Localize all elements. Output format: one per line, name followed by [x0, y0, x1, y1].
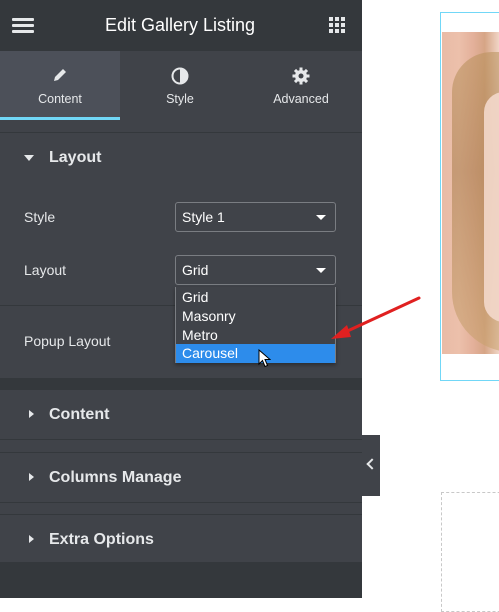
section-content-header[interactable]: Content [0, 389, 362, 440]
panel-title: Edit Gallery Listing [104, 15, 256, 35]
tab-style[interactable]: Style [120, 51, 240, 118]
style-select[interactable]: Style 1 [175, 202, 336, 232]
mouse-pointer-icon [258, 349, 271, 368]
active-tab-indicator [0, 117, 120, 120]
layout-label: Layout [24, 262, 67, 278]
section-title: Content [49, 406, 110, 423]
section-layout-header[interactable]: Layout [0, 132, 362, 183]
tab-advanced[interactable]: Advanced [240, 51, 362, 118]
dropdown-option-metro[interactable]: Metro [176, 326, 335, 345]
panel-tabs: Content Style Advanced [0, 51, 362, 118]
layout-select[interactable]: Grid [175, 255, 336, 285]
dropdown-option-carousel[interactable]: Carousel [176, 344, 335, 363]
tab-label: Advanced [273, 92, 329, 106]
chevron-left-icon [366, 458, 378, 470]
caret-right-icon [29, 410, 34, 418]
dropdown-option-grid[interactable]: Grid [176, 288, 335, 307]
popup-layout-label: Popup Layout [24, 333, 111, 349]
section-title: Layout [49, 149, 102, 166]
section-title: Columns Manage [49, 469, 182, 486]
annotation-arrow-icon [331, 296, 421, 339]
section-title: Extra Options [49, 531, 154, 548]
hamburger-menu-icon[interactable] [12, 16, 36, 35]
dropdown-option-masonry[interactable]: Masonry [176, 307, 335, 326]
style-label: Style [24, 209, 56, 225]
editor-panel: Edit Gallery Listing Content Style Advan… [0, 0, 362, 598]
gallery-image [442, 32, 499, 354]
chevron-down-icon [316, 268, 326, 273]
layout-dropdown-list: Grid Masonry Metro Carousel [175, 287, 336, 363]
section-extra-options-header[interactable]: Extra Options [0, 514, 362, 565]
panel-header: Edit Gallery Listing [0, 0, 362, 51]
gear-icon [292, 67, 310, 85]
half-circle-contrast-icon [171, 67, 189, 85]
chevron-down-icon [316, 215, 326, 220]
tab-label: Content [38, 92, 82, 106]
tab-label: Style [166, 92, 194, 106]
tab-content[interactable]: Content [0, 51, 120, 118]
panel-footer [0, 562, 362, 598]
apps-grid-icon[interactable] [329, 17, 346, 34]
collapse-panel-button[interactable] [362, 435, 380, 496]
caret-right-icon [29, 473, 34, 481]
section-columns-manage-header[interactable]: Columns Manage [0, 452, 362, 503]
style-select-value: Style 1 [182, 209, 225, 225]
layout-select-value: Grid [182, 262, 209, 278]
pencil-icon [54, 69, 66, 81]
empty-drop-zone[interactable] [441, 492, 499, 612]
caret-right-icon [29, 535, 34, 543]
caret-down-icon [24, 155, 34, 161]
